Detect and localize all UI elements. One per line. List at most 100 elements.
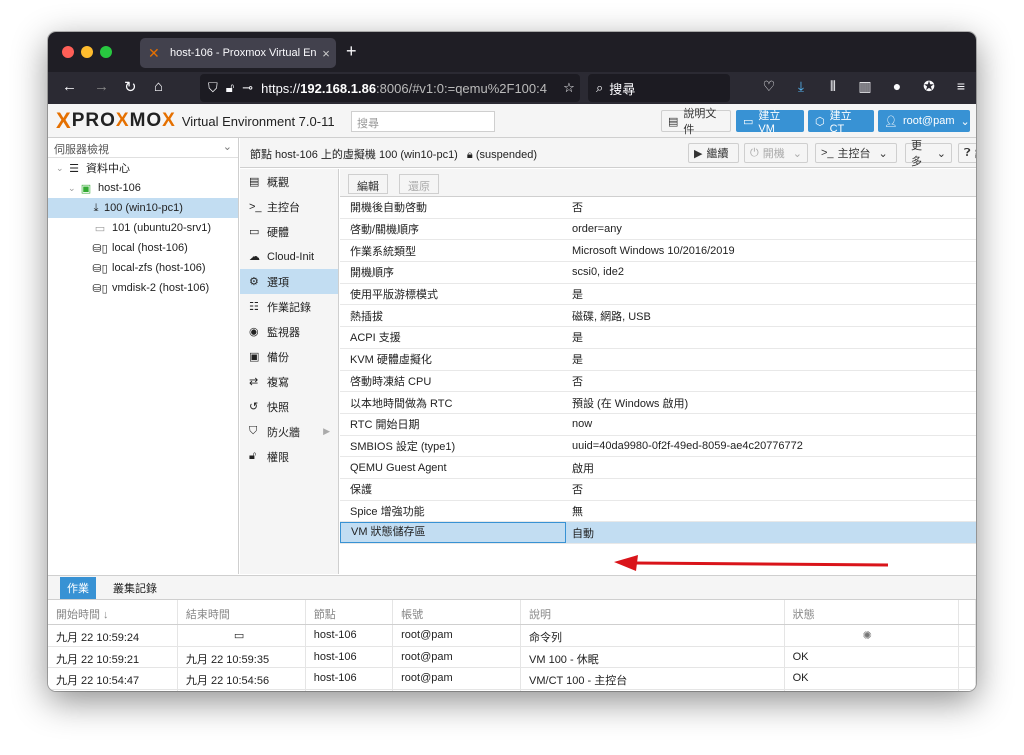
pocket-icon[interactable]: ♡ — [760, 78, 778, 95]
tree-item-storage-local[interactable]: ⛁▯ local (host-106) — [48, 238, 238, 258]
account-icon[interactable]: ● — [888, 78, 906, 95]
column-end-time[interactable]: 結束時間 — [178, 600, 306, 624]
table-row[interactable]: 九月 22 10:54:40九月 22 10:54:47host-106root… — [48, 689, 976, 691]
option-key: 熱插拔 — [350, 310, 383, 323]
lock-warning-icon[interactable]: 🔓︎ — [226, 80, 234, 96]
subnav-replication[interactable]: ⇄ 複寫 — [240, 369, 338, 394]
subnav-summary[interactable]: ▤ 概觀 — [240, 169, 338, 194]
options-grid: 編輯 還原 開機後自動啓動否啓動/關機順序 order=any 作業系統類型 Micr… — [340, 169, 976, 574]
option-row[interactable]: 啓動/關機順序 order=any — [340, 219, 976, 241]
reload-icon[interactable]: ↻ — [124, 78, 137, 96]
maximize-window-button[interactable] — [100, 46, 112, 58]
tree-item-datacenter[interactable]: ⌄ ☰ 資料中心 — [48, 158, 238, 178]
logo-part-1: PRO — [71, 110, 116, 131]
option-row[interactable]: ACPI 支援 是 — [340, 327, 976, 349]
collapse-arrow-icon[interactable]: ⌄ — [56, 163, 66, 174]
browser-search-bar[interactable]: ⌕ 搜尋 — [588, 74, 730, 102]
chevron-right-icon[interactable]: ▶ — [323, 426, 330, 437]
option-row[interactable]: QEMU Guest Agent 啟用 — [340, 457, 976, 479]
forward-arrow-icon[interactable]: → — [94, 78, 109, 95]
option-value: 是 — [572, 332, 583, 345]
tree-item-storage-vmdisk-2[interactable]: ⛁▯ vmdisk-2 (host-106) — [48, 278, 238, 298]
column-user[interactable]: 帳號 — [393, 600, 522, 624]
subnav-console[interactable]: >_ 主控台 — [240, 194, 338, 219]
more-button[interactable]: 更多 ⌄ — [905, 140, 952, 168]
tab-close-icon[interactable]: × — [316, 46, 336, 61]
new-tab-button[interactable]: + — [346, 41, 357, 62]
unlock-icon: 🔓︎ — [249, 450, 257, 462]
extension-icon[interactable]: ✪ — [920, 78, 938, 95]
option-value: 否 — [572, 202, 583, 215]
user-menu-button[interactable]: 👤︎ root@pam ⌄ — [878, 110, 970, 132]
tree-view-selector[interactable]: 伺服器檢視 ⌄ — [48, 138, 238, 158]
option-row[interactable]: 保護 否 — [340, 479, 976, 501]
collapse-arrow-icon[interactable]: ⌄ — [68, 183, 78, 194]
bookmark-star-icon[interactable]: ☆ — [558, 80, 580, 96]
subnav-backup[interactable]: ▣ 備份 — [240, 344, 338, 369]
tree-item-storage-local-zfs[interactable]: ⛁▯ local-zfs (host-106) — [48, 258, 238, 278]
table-row[interactable]: 九月 22 10:59:24 ▭ host-106 root@pam 命令列 ✺ — [48, 625, 976, 647]
minimize-window-button[interactable] — [81, 46, 93, 58]
subnav-options[interactable]: ⚙ 選項 — [240, 269, 338, 294]
create-vm-button[interactable]: ▭ 建立 VM — [736, 110, 804, 135]
back-arrow-icon[interactable]: ← — [62, 78, 77, 95]
url-bar[interactable]: ⛉ 🔓︎ ⊸ https://192.168.1.86:8006/#v1:0:=… — [200, 74, 580, 102]
log-end-time: 九月 22 10:59:35 — [178, 646, 306, 667]
create-ct-button[interactable]: ⬡ 建立 CT — [808, 110, 874, 135]
tree-item-host-106[interactable]: ⌄ ▣ host-106 — [48, 178, 238, 198]
tab-cluster-log[interactable]: 叢集記錄 — [106, 577, 164, 599]
url-text[interactable]: https://192.168.1.86:8006/#v1:0:=qemu%2F… — [261, 81, 558, 96]
download-icon[interactable]: ⤓ — [792, 78, 810, 95]
home-icon[interactable]: ⌂ — [154, 78, 163, 95]
chevron-down-icon: ⌄ — [960, 115, 970, 128]
header-search-input[interactable]: 搜尋 — [351, 111, 495, 132]
table-row[interactable]: 九月 22 10:54:47 九月 22 10:54:56 host-106 root… — [48, 668, 976, 690]
column-description[interactable]: 說明 — [521, 600, 785, 624]
option-row[interactable]: 作業系統類型 Microsoft Windows 10/2016/2019 — [340, 240, 976, 263]
documentation-button[interactable]: ▤ 說明文件 — [661, 108, 731, 136]
subnav-snapshots[interactable]: ↺ 快照 — [240, 394, 338, 419]
option-row[interactable]: Spice 增強功能 無 — [340, 501, 976, 523]
option-row[interactable]: VM 狀態儲存區 自動 — [340, 522, 976, 544]
subnav-permissions[interactable]: 🔓︎ 權限 — [240, 444, 338, 469]
option-row[interactable]: 熱插拔 磁碟, 網路, USB — [340, 305, 976, 328]
option-row[interactable]: 開機後自動啓動 否 — [340, 197, 976, 219]
resume-button[interactable]: ▶ 繼續 — [688, 143, 739, 163]
edit-button[interactable]: 編輯 — [348, 174, 388, 194]
option-row[interactable]: 開機順序 scsi0, ide2 — [340, 262, 976, 284]
option-row[interactable]: SMBIOS 設定 (type1) uuid=40da9980-0f2f-49ed… — [340, 436, 976, 458]
menu-icon[interactable]: ≡ — [952, 78, 970, 95]
column-node[interactable]: 節點 — [306, 600, 394, 624]
url-host: 192.168.1.86 — [300, 80, 377, 96]
option-key: KVM 硬體虛擬化 — [350, 354, 432, 367]
option-value: 磁碟, 網路, USB — [572, 310, 651, 323]
start-button[interactable]: ⏻ 開機 ⌄ — [744, 143, 808, 163]
option-row[interactable]: RTC 開始日期 now — [340, 414, 976, 436]
url-prefix: https:// — [261, 80, 301, 96]
subnav-cloud-init[interactable]: ☁ Cloud-Init — [240, 244, 338, 269]
console-button[interactable]: >_ 主控台 ⌄ — [815, 143, 897, 163]
tab-tasks[interactable]: 作業 — [60, 576, 96, 599]
option-row[interactable]: 以本地時間做為 RTC 預設 (在 Windows 啟用) — [340, 392, 976, 414]
log-user: root@pam — [393, 625, 522, 646]
node-online-icon: ▣ — [80, 182, 92, 195]
subnav-firewall[interactable]: ⛉ 防火牆 ▶ — [240, 419, 338, 444]
sidebar-icon[interactable]: ▥ — [856, 78, 874, 95]
column-status[interactable]: 狀態 — [785, 600, 960, 624]
help-button[interactable]: ❓︎ 說明 — [958, 143, 976, 163]
subnav-hardware[interactable]: ▭ 硬體 — [240, 219, 338, 244]
option-value: 否 — [572, 375, 583, 388]
library-icon[interactable]: ⫴ — [824, 78, 842, 95]
option-row[interactable]: 啓動時凍結 CPU 否 — [340, 371, 976, 393]
column-start-time[interactable]: 開始時間 ↓ — [48, 600, 178, 624]
table-row[interactable]: 九月 22 10:59:21 九月 22 10:59:35 host-106 root… — [48, 646, 976, 668]
revert-button[interactable]: 還原 — [399, 174, 439, 194]
subnav-task-history[interactable]: ☷ 作業記錄 — [240, 294, 338, 319]
subnav-monitor[interactable]: ◉ 監視器 — [240, 319, 338, 344]
close-window-button[interactable] — [62, 46, 74, 58]
tree-item-vm-100[interactable]: ⤓ 100 (win10-pc1) — [48, 198, 238, 218]
option-row[interactable]: KVM 硬體虛擬化 是 — [340, 349, 976, 371]
browser-tab[interactable]: ✕ host-106 - Proxmox Virtual Envir × — [140, 38, 336, 68]
tree-item-vm-101[interactable]: ▭ 101 (ubuntu20-srv1) — [48, 218, 238, 238]
option-row[interactable]: 使用平版游標模式 是 — [340, 284, 976, 306]
